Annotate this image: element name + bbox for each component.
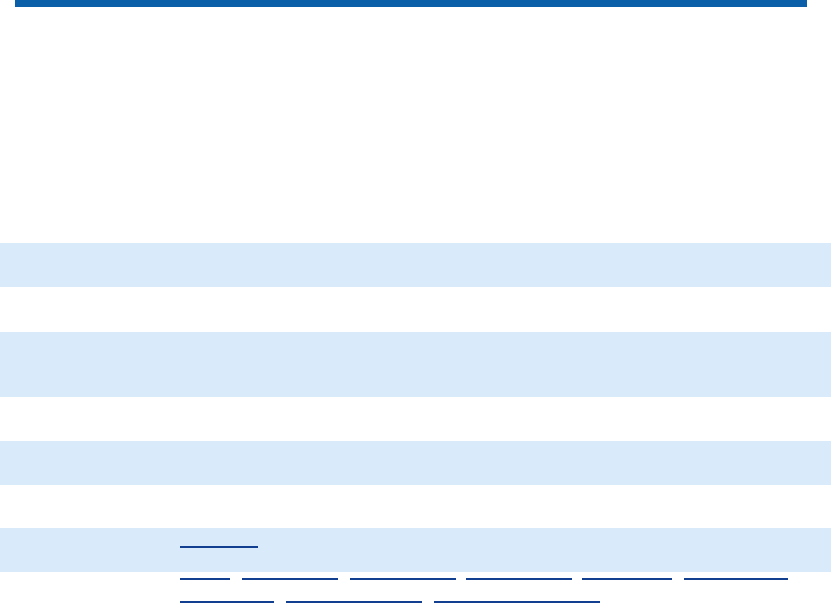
link-item[interactable] <box>180 578 230 580</box>
top-accent-bar <box>15 0 807 7</box>
link-item[interactable] <box>466 578 572 580</box>
link-item[interactable] <box>242 578 338 580</box>
link-item[interactable] <box>286 601 422 603</box>
table-row <box>0 397 831 441</box>
table-row <box>0 485 831 528</box>
link-item[interactable] <box>350 578 456 580</box>
link-item[interactable] <box>582 578 672 580</box>
link-item[interactable] <box>180 601 274 603</box>
link-item[interactable] <box>684 578 788 580</box>
table-row <box>0 332 831 397</box>
content-table <box>0 243 831 616</box>
link-item[interactable] <box>434 601 600 603</box>
table-row <box>0 441 831 485</box>
table-row <box>0 572 831 616</box>
link-item[interactable] <box>180 546 258 548</box>
table-row <box>0 287 831 332</box>
table-row <box>0 528 831 572</box>
link-list <box>180 546 820 548</box>
table-row <box>0 243 831 287</box>
link-list <box>180 601 820 603</box>
link-list <box>180 578 820 580</box>
